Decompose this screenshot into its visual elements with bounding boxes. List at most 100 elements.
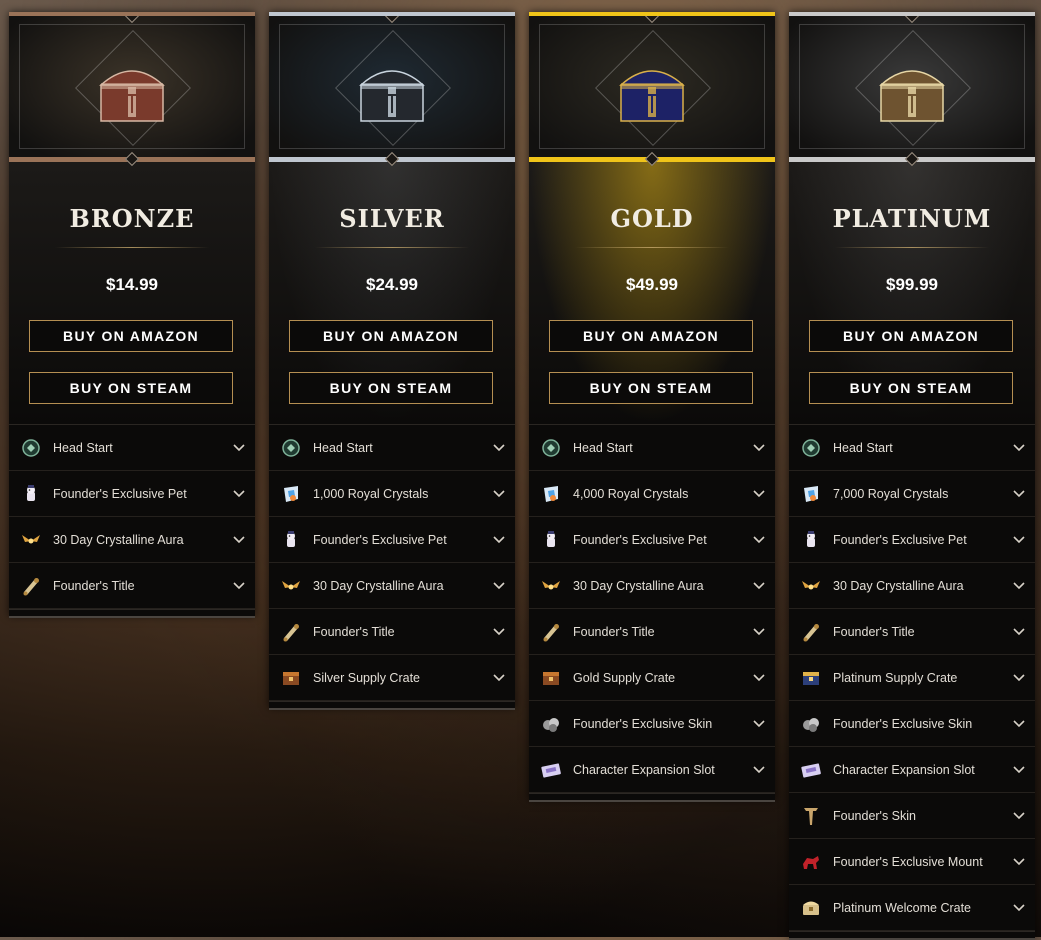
title-scroll-icon <box>20 575 42 597</box>
reward-item[interactable]: Platinum Welcome Crate <box>789 885 1035 931</box>
reward-item[interactable]: Founder's Exclusive Skin <box>529 701 775 747</box>
gem-ornament <box>124 16 140 24</box>
reward-item[interactable]: Founder's Exclusive Pet <box>529 517 775 563</box>
chest-icon <box>867 51 957 131</box>
skin-icon <box>800 713 822 735</box>
chevron-down-icon[interactable] <box>751 578 767 594</box>
chevron-down-icon[interactable] <box>231 578 247 594</box>
tier-name: BRONZE <box>69 204 195 233</box>
chest-artwork <box>529 16 775 157</box>
tier-header: GOLD $49.99 BUY ON AMAZON BUY ON STEAM <box>529 162 775 424</box>
chevron-down-icon[interactable] <box>491 532 507 548</box>
chevron-down-icon[interactable] <box>491 486 507 502</box>
chevron-down-icon[interactable] <box>1011 440 1027 456</box>
reward-label: 30 Day Crystalline Aura <box>313 578 444 593</box>
reward-item[interactable]: Gold Supply Crate <box>529 655 775 701</box>
buy-on-steam-button[interactable]: BUY ON STEAM <box>29 372 233 404</box>
reward-item[interactable]: 30 Day Crystalline Aura <box>9 517 255 563</box>
chevron-down-icon[interactable] <box>751 440 767 456</box>
title-scroll-icon <box>280 621 302 643</box>
platinum-crate-icon <box>800 667 822 689</box>
chevron-down-icon[interactable] <box>1011 716 1027 732</box>
head-start-icon <box>280 437 302 459</box>
reward-item[interactable]: 30 Day Crystalline Aura <box>529 563 775 609</box>
chevron-down-icon[interactable] <box>1011 900 1027 916</box>
reward-item[interactable]: 7,000 Royal Crystals <box>789 471 1035 517</box>
reward-label: Platinum Supply Crate <box>833 670 958 685</box>
reward-item[interactable]: Silver Supply Crate <box>269 655 515 701</box>
founders-skin-icon <box>800 805 822 827</box>
reward-item[interactable]: Founder's Title <box>269 609 515 655</box>
tier-price: $49.99 <box>626 275 678 294</box>
chevron-down-icon[interactable] <box>1011 762 1027 778</box>
buy-on-steam-button[interactable]: BUY ON STEAM <box>549 372 753 404</box>
chevron-down-icon[interactable] <box>231 532 247 548</box>
reward-item[interactable]: 1,000 Royal Crystals <box>269 471 515 517</box>
reward-item[interactable]: Founder's Exclusive Pet <box>789 517 1035 563</box>
buy-on-amazon-button[interactable]: BUY ON AMAZON <box>549 320 753 352</box>
aura-icon <box>800 575 822 597</box>
chevron-down-icon[interactable] <box>1011 854 1027 870</box>
chevron-down-icon[interactable] <box>751 532 767 548</box>
chevron-down-icon[interactable] <box>1011 624 1027 640</box>
reward-label: Founder's Title <box>53 578 135 593</box>
chevron-down-icon[interactable] <box>491 578 507 594</box>
card-footer <box>529 793 775 802</box>
rewards-list: Head Start 1,000 Royal Crystals Founder's … <box>269 424 515 701</box>
reward-label: Head Start <box>833 440 893 455</box>
reward-item[interactable]: Founder's Exclusive Pet <box>269 517 515 563</box>
reward-item[interactable]: Platinum Supply Crate <box>789 655 1035 701</box>
chevron-down-icon[interactable] <box>491 440 507 456</box>
reward-item[interactable]: Founder's Title <box>789 609 1035 655</box>
gem-ornament <box>644 16 660 24</box>
chevron-down-icon[interactable] <box>751 762 767 778</box>
card-footer <box>9 609 255 618</box>
reward-item[interactable]: Founder's Exclusive Pet <box>9 471 255 517</box>
reward-item[interactable]: Head Start <box>789 425 1035 471</box>
buy-on-steam-button[interactable]: BUY ON STEAM <box>289 372 493 404</box>
buy-on-amazon-button[interactable]: BUY ON AMAZON <box>809 320 1013 352</box>
chevron-down-icon[interactable] <box>751 624 767 640</box>
reward-item[interactable]: Founder's Exclusive Skin <box>789 701 1035 747</box>
chevron-down-icon[interactable] <box>1011 578 1027 594</box>
reward-item[interactable]: 30 Day Crystalline Aura <box>789 563 1035 609</box>
chevron-down-icon[interactable] <box>231 486 247 502</box>
expansion-ticket-icon <box>800 759 822 781</box>
reward-item[interactable]: Head Start <box>9 425 255 471</box>
reward-label: 1,000 Royal Crystals <box>313 486 429 501</box>
reward-label: Founder's Skin <box>833 808 916 823</box>
chevron-down-icon[interactable] <box>751 670 767 686</box>
chest-icon <box>87 51 177 131</box>
chevron-down-icon[interactable] <box>751 716 767 732</box>
title-scroll-icon <box>800 621 822 643</box>
chevron-down-icon[interactable] <box>491 624 507 640</box>
reward-item[interactable]: Founder's Skin <box>789 793 1035 839</box>
reward-item[interactable]: Founder's Title <box>9 563 255 609</box>
reward-label: Platinum Welcome Crate <box>833 900 972 915</box>
chest-artwork <box>789 16 1035 157</box>
expansion-ticket-icon <box>540 759 562 781</box>
reward-item[interactable]: Founder's Exclusive Mount <box>789 839 1035 885</box>
tier-name: SILVER <box>339 204 445 233</box>
chest-icon <box>347 51 437 131</box>
chevron-down-icon[interactable] <box>1011 486 1027 502</box>
reward-item[interactable]: Head Start <box>529 425 775 471</box>
reward-item[interactable]: Character Expansion Slot <box>789 747 1035 793</box>
reward-label: Head Start <box>573 440 633 455</box>
reward-item[interactable]: 4,000 Royal Crystals <box>529 471 775 517</box>
buy-on-steam-button[interactable]: BUY ON STEAM <box>809 372 1013 404</box>
buy-on-amazon-button[interactable]: BUY ON AMAZON <box>289 320 493 352</box>
reward-item[interactable]: 30 Day Crystalline Aura <box>269 563 515 609</box>
reward-item[interactable]: Founder's Title <box>529 609 775 655</box>
card-footer <box>269 701 515 710</box>
chevron-down-icon[interactable] <box>1011 808 1027 824</box>
chevron-down-icon[interactable] <box>231 440 247 456</box>
chevron-down-icon[interactable] <box>491 670 507 686</box>
buy-on-amazon-button[interactable]: BUY ON AMAZON <box>29 320 233 352</box>
chevron-down-icon[interactable] <box>1011 670 1027 686</box>
head-start-icon <box>20 437 42 459</box>
reward-item[interactable]: Head Start <box>269 425 515 471</box>
reward-item[interactable]: Character Expansion Slot <box>529 747 775 793</box>
chevron-down-icon[interactable] <box>1011 532 1027 548</box>
chevron-down-icon[interactable] <box>751 486 767 502</box>
